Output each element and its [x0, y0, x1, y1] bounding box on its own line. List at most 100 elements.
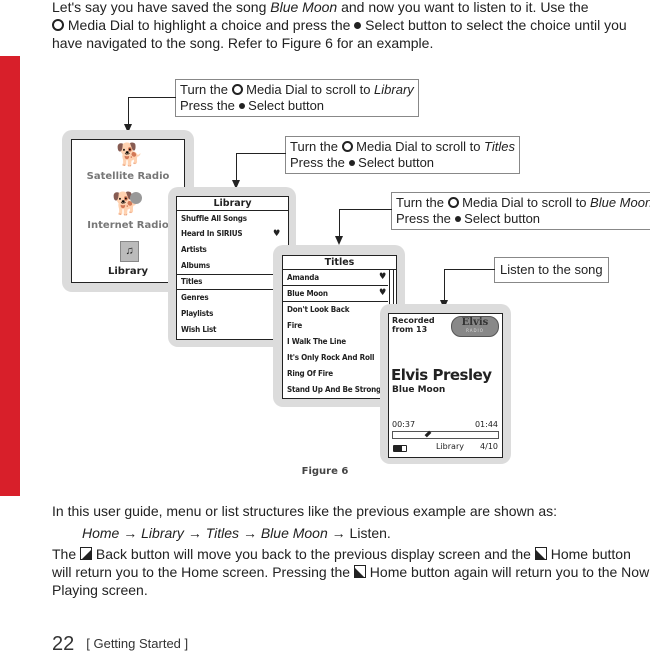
- list-item-label: Playlists: [181, 309, 214, 318]
- connector-line: [236, 153, 237, 181]
- list-item[interactable]: Amanda ♥: [283, 270, 388, 286]
- section-title: [ Getting Started ]: [86, 636, 189, 651]
- callout-text: Turn the: [396, 195, 448, 210]
- media-dial-icon: [447, 197, 459, 208]
- list-item-label: Blue Moon: [287, 289, 328, 298]
- satellite-dog-icon: 🐕: [116, 142, 144, 167]
- callout-text: Media Dial to scroll to: [352, 139, 485, 154]
- callout-text: Select button: [354, 155, 435, 170]
- list-item-label: Titles: [181, 277, 203, 286]
- figure-caption: Figure 6: [301, 466, 349, 477]
- back-button-icon: [80, 547, 93, 560]
- now-playing-screen: Recorded from 13 Elvis RADIO Elvis Presl…: [388, 313, 503, 458]
- media-dial-icon: [341, 141, 353, 152]
- menu-item-satellite-radio[interactable]: Satellite Radio: [72, 171, 184, 182]
- paragraph-text: Back button will move you back to the pr…: [92, 546, 535, 562]
- list-item[interactable]: Playlists: [177, 306, 288, 322]
- arrow-down-icon: [335, 236, 343, 245]
- intro-paragraph: Let's say you have saved the song Blue M…: [52, 0, 650, 52]
- heart-icon: ♥: [378, 288, 386, 298]
- intro-song: Blue Moon: [270, 0, 338, 15]
- list-item[interactable]: Artists: [177, 242, 288, 258]
- connector-line: [339, 209, 340, 237]
- music-note-icon: ♫: [120, 241, 139, 262]
- arrow-right-icon: →: [123, 525, 138, 541]
- page-number: 22: [52, 633, 75, 655]
- list-item-selected[interactable]: Titles: [177, 274, 288, 290]
- list-item[interactable]: Genres: [177, 290, 288, 306]
- callout-target: Blue Moon: [590, 195, 650, 210]
- connector-line: [236, 153, 286, 154]
- list-item-selected[interactable]: Blue Moon ♥: [283, 286, 388, 302]
- list-item-label: Albums: [181, 261, 210, 270]
- home-button-icon: [534, 547, 547, 560]
- heart-icon: ♥: [272, 229, 280, 239]
- list-item-label: Amanda: [287, 273, 319, 282]
- arrow-right-icon: →: [331, 525, 346, 541]
- callout-titles: Turn the Media Dial to scroll to Titles …: [285, 136, 520, 174]
- callout-text: Media Dial to scroll to: [458, 195, 591, 210]
- connector-line: [128, 97, 176, 98]
- connector-line: [444, 269, 495, 270]
- callout-listen: Listen to the song: [494, 257, 609, 283]
- elapsed-time: 00:37: [392, 420, 416, 429]
- callout-text: Turn the: [180, 82, 232, 97]
- callout-text: Press the: [290, 155, 349, 170]
- connector-line: [128, 97, 129, 125]
- list-item[interactable]: Wish List: [177, 322, 288, 338]
- artist-name: Elvis Presley: [391, 366, 492, 384]
- list-item[interactable]: Albums: [177, 258, 288, 274]
- paragraph: In this user guide, menu or list structu…: [52, 503, 558, 519]
- media-dial-icon: [52, 19, 64, 31]
- callout-blue-moon: Turn the Media Dial to scroll to Blue Mo…: [391, 192, 650, 230]
- path-step: Titles: [205, 525, 240, 541]
- channel-logo: Elvis RADIO: [451, 316, 499, 337]
- callout-library: Turn the Media Dial to scroll to Library…: [175, 79, 419, 117]
- callout-text: Turn the: [290, 139, 342, 154]
- now-playing-device: Recorded from 13 Elvis RADIO Elvis Presl…: [380, 304, 511, 464]
- paragraph-text: The: [52, 546, 81, 562]
- list-item-label: Artists: [181, 245, 207, 254]
- intro-text: Let's say you have saved the song: [52, 0, 271, 15]
- track-position: 4/10: [480, 442, 498, 451]
- heart-icon: ♥: [378, 272, 386, 282]
- callout-text: Media Dial to scroll to: [242, 82, 375, 97]
- path-step: Blue Moon: [260, 525, 328, 541]
- battery-icon: [393, 445, 407, 452]
- recorded-line: from 13: [392, 325, 428, 334]
- paragraph: The Back button will move you back to th…: [52, 545, 650, 599]
- connector-line: [444, 269, 445, 301]
- callout-text: Select button: [244, 98, 325, 113]
- progress-bar[interactable]: [392, 430, 499, 439]
- progress-marker[interactable]: [424, 430, 432, 438]
- list-item[interactable]: Shuffle All Songs: [177, 211, 288, 226]
- list-item-label: Stand Up And Be Strong: [287, 385, 381, 394]
- source-label: Library: [436, 442, 464, 451]
- media-dial-icon: [231, 84, 243, 95]
- page-footer: 22 [ Getting Started ]: [52, 633, 188, 656]
- intro-text: and now you want to listen to it. Use th…: [337, 0, 589, 15]
- list-item[interactable]: Heard In SIRIUS ♥: [177, 226, 288, 242]
- list-item-label: Genres: [181, 293, 209, 302]
- callout-target: Titles: [484, 139, 515, 154]
- channel-logo-text: Elvis: [461, 317, 489, 328]
- arrow-right-icon: →: [242, 525, 257, 541]
- connector-line: [339, 209, 392, 210]
- list-item-label: Wish List: [181, 325, 217, 334]
- list-item-label: It's Only Rock And Roll: [287, 353, 375, 362]
- recorded-label: Recorded from 13: [392, 316, 435, 334]
- path-step: Library: [141, 525, 184, 541]
- arrow-right-icon: →: [187, 525, 202, 541]
- home-button-icon: [353, 565, 366, 578]
- list-item-label: I Walk The Line: [287, 337, 346, 346]
- callout-text: Press the: [396, 211, 455, 226]
- recorded-line: Recorded: [392, 316, 435, 325]
- path-step: Listen.: [349, 525, 391, 541]
- path-step: Home: [82, 525, 120, 541]
- channel-logo-sub: RADIO: [466, 328, 484, 333]
- callout-text: Select button: [460, 211, 541, 226]
- list-item-label: Heard In SIRIUS: [181, 229, 243, 238]
- list-item-label: Ring Of Fire: [287, 369, 333, 378]
- callout-text: Listen to the song: [500, 262, 603, 277]
- callout-text: Press the: [180, 98, 239, 113]
